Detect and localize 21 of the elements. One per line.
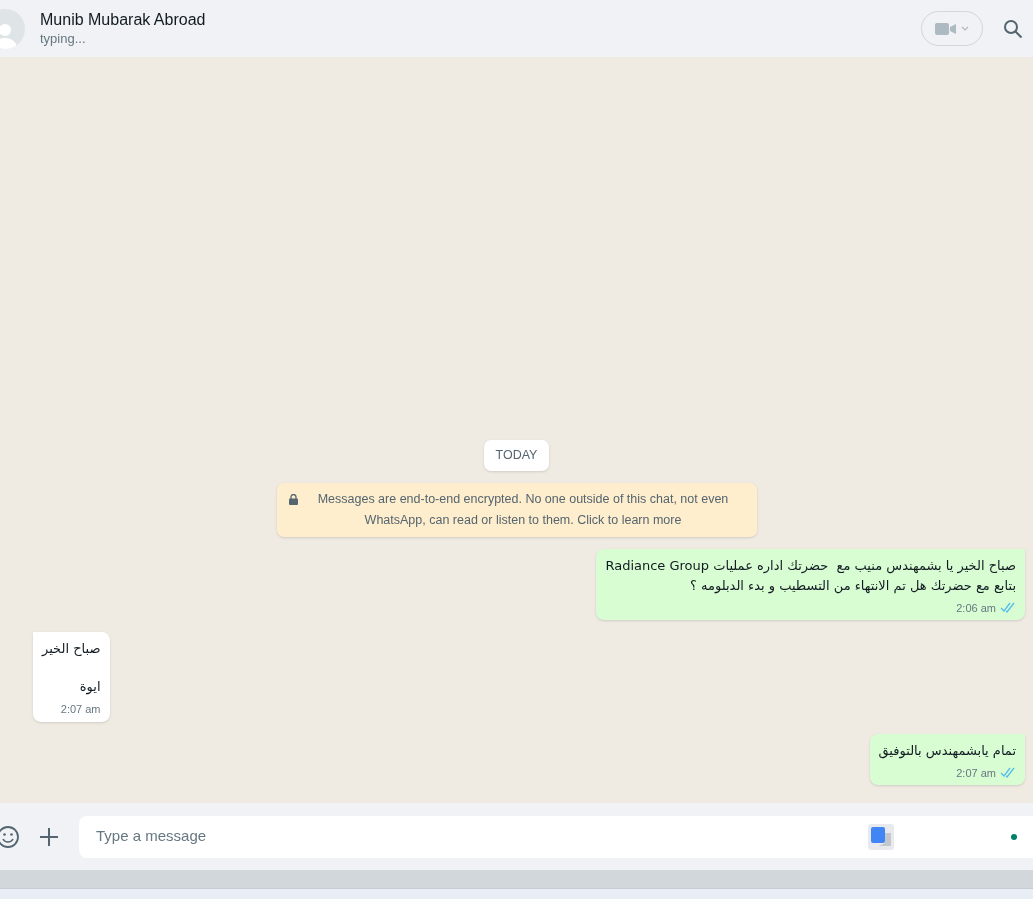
lock-icon (288, 493, 298, 505)
search-icon[interactable] (1003, 18, 1023, 39)
emoji-icon[interactable] (0, 824, 19, 849)
message-text: تمام يابشمهندس بالتوفيق (878, 741, 1016, 761)
message-text: صباح الخير (42, 640, 101, 658)
contact-status: typing... (40, 29, 87, 48)
encryption-text: Messages are end-to-end encrypted. No one outside of this chat, not even WhatsApp, can read or listen to them. Click to learn more (316, 490, 730, 529)
contact-name[interactable]: Munib Mubarak Abroad (40, 9, 921, 30)
caret-icon (961, 25, 969, 32)
message-time: 2:07 am (60, 702, 101, 717)
message-text: بتابع مع حضرتك هل تم الانتهاء من التسطيب و بدء الدبلومه ؟ (688, 576, 1016, 596)
message-input-field[interactable]: Type a message (96, 825, 868, 848)
plus-icon[interactable] (39, 826, 59, 847)
status-dot-icon (1011, 833, 1017, 840)
encryption-notice[interactable]: Messages are end-to-end encrypted. No one outside of this chat, not even WhatsApp, can read or listen to them. Click to learn more (276, 482, 757, 537)
message-text: صباح الخير يا بشمهندس منيب مع حضرتك اداره عمليات Radiance Group (605, 556, 1016, 576)
video-camera-icon (935, 21, 957, 36)
message-text: ايوة (78, 678, 101, 697)
message-field[interactable]: Type a message (79, 815, 1033, 858)
message-time: 2:06 am (956, 600, 996, 616)
message-time: 2:07 am (956, 765, 996, 781)
